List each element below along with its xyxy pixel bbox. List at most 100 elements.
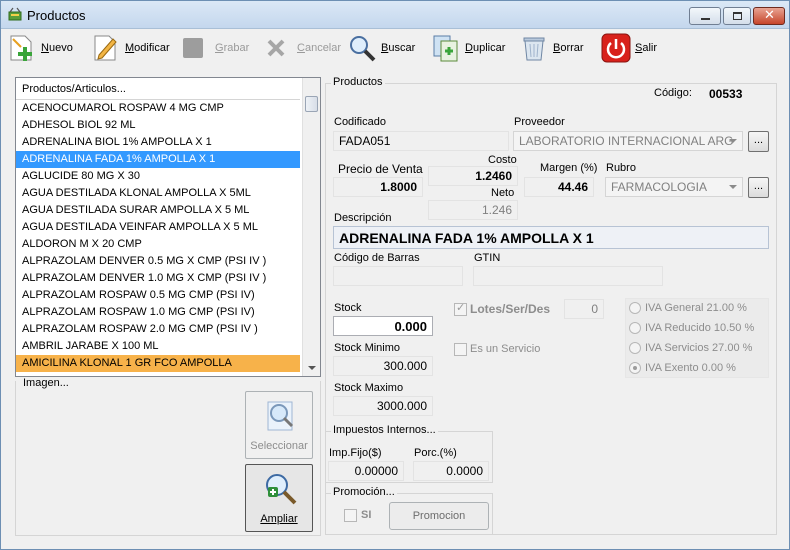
seleccionar-label: Seleccionar (250, 440, 308, 452)
duplicar-label: Duplicar (465, 42, 506, 54)
list-item[interactable]: AGUA DESTILADA VEINFAR AMPOLLA X 5 ML (16, 219, 300, 236)
proveedor-browse-button[interactable]: ... (748, 131, 769, 152)
rubro-label: Rubro (606, 162, 636, 174)
rubro-browse-button[interactable]: ... (748, 177, 769, 198)
list-item[interactable]: ADRENALINA FADA 1% AMPOLLA X 1 (16, 151, 300, 168)
scroll-down-icon[interactable] (308, 366, 316, 370)
barras-field[interactable] (333, 266, 463, 286)
trash-icon (523, 37, 545, 61)
minimize-button[interactable] (689, 7, 721, 25)
list-item[interactable]: ALPRAZOLAM DENVER 1.0 MG X CMP (PSI IV ) (16, 270, 300, 287)
scrollbar-thumb[interactable] (305, 96, 318, 112)
duplicar-button[interactable]: Duplicar (431, 31, 505, 65)
borrar-button[interactable]: Borrar (519, 31, 584, 65)
iva-reducido-radio[interactable] (629, 322, 641, 334)
list-item[interactable]: ADHESOL BIOL 92 ML (16, 117, 300, 134)
stock-field[interactable]: 0.000 (333, 316, 433, 336)
grabar-button[interactable]: Grabar (181, 31, 249, 65)
list-item[interactable]: ALPRAZOLAM ROSPAW 2.0 MG CMP (PSI IV ) (16, 321, 300, 338)
costo-label: Costo (488, 154, 517, 166)
promocion-button[interactable]: Promocion (389, 502, 489, 530)
search-icon (350, 36, 376, 62)
ampliar-button[interactable]: Ampliar (245, 464, 313, 532)
lotes-label: Lotes/Ser/Des (470, 302, 551, 316)
impuestos-label: Impuestos Internos... (331, 424, 438, 436)
iva-exento-radio[interactable] (629, 362, 641, 374)
nuevo-button[interactable]: Nuevo (7, 31, 73, 65)
stock-label: Stock (334, 302, 362, 314)
close-icon: ✕ (764, 8, 775, 23)
list-item[interactable]: ALPRAZOLAM DENVER 0.5 MG X CMP (PSI IV ) (16, 253, 300, 270)
descripcion-label: Descripción (334, 212, 392, 224)
iva-servicios-radio[interactable] (629, 342, 641, 354)
save-icon (183, 38, 203, 58)
neto-field: 1.246 (428, 200, 518, 220)
gtin-field[interactable] (473, 266, 663, 286)
margen-label: Margen (%) (540, 162, 598, 174)
list-item[interactable]: AGUA DESTILADA SURAR AMPOLLA X 5 ML (16, 202, 300, 219)
rubro-select[interactable]: FARMACOLOGIA (605, 177, 743, 197)
list-item[interactable]: ACENOCUMAROL ROSPAW 4 MG CMP (16, 100, 300, 117)
seleccionar-button[interactable]: Seleccionar (245, 391, 313, 459)
list-item[interactable]: ALPRAZOLAM ROSPAW 1.0 MG CMP (PSI IV) (16, 304, 300, 321)
list-item[interactable]: AMBRIL JARABE X 100 ML (16, 338, 300, 355)
list-item[interactable]: ADRENALINA BIOL 1% AMPOLLA X 1 (16, 134, 300, 151)
porc-field[interactable]: 0.0000 (413, 461, 489, 481)
stock-max-label: Stock Maximo (334, 382, 404, 394)
zoom-in-icon (266, 474, 297, 505)
codificado-field[interactable]: FADA051 (333, 131, 509, 151)
salir-button[interactable]: Salir (601, 31, 657, 65)
nuevo-label: Nuevo (41, 42, 73, 54)
neto-label: Neto (491, 187, 515, 199)
impfijo-label: Imp.Fijo($) (329, 447, 382, 459)
costo-field[interactable]: 1.2460 (428, 166, 518, 186)
chevron-down-icon (729, 185, 737, 189)
imagen-label: Imagen... (23, 377, 69, 389)
promocion-checkbox[interactable] (344, 509, 357, 522)
list-item[interactable]: AGLUCIDE 80 MG X 30 (16, 168, 300, 185)
list-header: Productos/Articulos... (16, 78, 300, 100)
margen-field[interactable]: 44.46 (524, 177, 594, 197)
new-document-icon (10, 35, 32, 61)
iva-general-label: IVA General 21.00 % (645, 302, 747, 314)
gtin-label: GTIN (474, 252, 501, 264)
lotes-checkbox[interactable]: ✓ (454, 301, 467, 316)
servicio-label: Es un Servicio (470, 343, 541, 355)
stock-min-field[interactable]: 300.000 (333, 356, 433, 376)
cancelar-button[interactable]: Cancelar (263, 31, 341, 65)
salir-label: Salir (635, 42, 658, 54)
iva-exento-label: IVA Exento 0.00 % (645, 362, 736, 374)
maximize-button[interactable] (723, 7, 751, 25)
rubro-value: FARMACOLOGIA (611, 180, 708, 194)
check-icon: ✓ (456, 301, 466, 314)
productos-window: Productos ✕ Nuevo Modificar Grabar Cance… (0, 0, 790, 550)
borrar-label: Borrar (553, 42, 584, 54)
close-button[interactable]: ✕ (753, 7, 785, 25)
servicio-checkbox[interactable] (454, 343, 467, 356)
list-body[interactable]: ACENOCUMAROL ROSPAW 4 MG CMP ADHESOL BIOL… (16, 100, 300, 376)
productos-group-label: Productos (331, 76, 385, 88)
impfijo-field[interactable]: 0.00000 (328, 461, 404, 481)
proveedor-select[interactable]: LABORATORIO INTERNACIONAL ARG (513, 131, 743, 151)
list-item[interactable]: ALPRAZOLAM ROSPAW 0.5 MG CMP (PSI IV) (16, 287, 300, 304)
buscar-button[interactable]: Buscar (347, 31, 415, 65)
codigo-value: 00533 (709, 87, 743, 101)
chevron-down-icon (729, 139, 737, 143)
stock-max-field[interactable]: 3000.000 (333, 396, 433, 416)
lotes-field[interactable]: 0 (564, 299, 604, 319)
list-item[interactable]: AMICILINA KLONAL 1 GR FCO AMPOLLA (16, 355, 300, 372)
select-image-icon (267, 401, 294, 431)
list-item[interactable]: ALDORON M X 20 CMP (16, 236, 300, 253)
iva-general-radio[interactable] (629, 302, 641, 314)
product-list[interactable]: Productos/Articulos... ACENOCUMAROL ROSP… (15, 77, 321, 377)
list-item[interactable]: AGUA DESTILADA KLONAL AMPOLLA X 5ML (16, 185, 300, 202)
stock-min-label: Stock Minimo (334, 342, 401, 354)
precio-field[interactable]: 1.8000 (333, 177, 423, 197)
proveedor-value: LABORATORIO INTERNACIONAL ARG (519, 134, 734, 148)
window-title: Productos (27, 8, 86, 23)
list-scrollbar[interactable] (302, 78, 320, 376)
modificar-button[interactable]: Modificar (91, 31, 170, 65)
modificar-label: Modificar (125, 42, 170, 54)
title-bar: Productos ✕ (1, 1, 789, 29)
descripcion-field[interactable]: ADRENALINA FADA 1% AMPOLLA X 1 (333, 226, 769, 249)
